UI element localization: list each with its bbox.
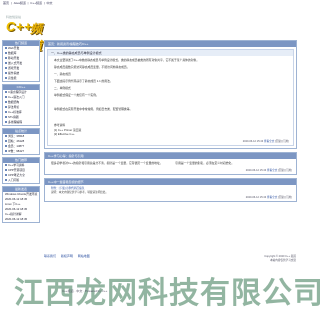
timestamp: 2020-06-12 18:45 bbox=[5, 217, 28, 221]
paragraph: 单例模式在实际开发中非常常用，例如日志类、配置管理类等。 bbox=[54, 107, 133, 111]
post-signature: 附件：[下载] 示例代码压缩包 说明：本文内容仅供学习参考，转载请注明出处。 bbox=[45, 185, 296, 194]
sidebar-section-stats: 站点统计 浏览：36518 回帖：46128 会员：13877 IP数：9842… bbox=[2, 128, 40, 155]
post-excerpt-left: 很多初学者对C++的指针和引用总是分不清，指针是一个变量，它存储另一个变量的地址… bbox=[51, 161, 163, 165]
bullet-icon bbox=[5, 150, 7, 153]
post-actions[interactable]: [回复] [引用] bbox=[275, 140, 289, 143]
post-box-1: 首页：新闻资讯/编程技巧/C++ 一、C++类的静态成员与单例设计模式 本文主要… bbox=[44, 40, 297, 149]
footer-links: 联系我们 版权声明 网站地图 bbox=[44, 254, 94, 258]
read-more-link[interactable]: 查看全文 bbox=[267, 196, 277, 199]
bullet-icon bbox=[5, 111, 7, 114]
site-header: 首页 | Java频道 | C++频道 | 中文 科技悦读站 C++ 频道 bbox=[0, 0, 300, 53]
bullet-icon bbox=[5, 52, 7, 55]
bottom-line: C++频道 · 中文 · Powered by C++ bbox=[62, 289, 108, 293]
post-meta: 2020-06-12 15:43 查看全文 [回复] [引用] bbox=[48, 138, 293, 145]
paragraph: 本文主要讲述了C++中类的静态成员与单例设计模式。类的静态成员被类的所有对象共享… bbox=[54, 58, 200, 62]
post-actions[interactable]: [回复] [引用] bbox=[278, 169, 292, 172]
sidebar-item[interactable]: 多线程编程 bbox=[3, 120, 39, 125]
bullet-icon bbox=[5, 174, 7, 177]
top-link-cpp[interactable]: C++频道 bbox=[30, 1, 42, 5]
logo-text: C++ bbox=[6, 19, 33, 34]
sidebar-section-cpp: C/C++ C语言程序设计 C++语法入门 数据结构 算法导论 C++标准库 S… bbox=[2, 84, 40, 126]
page: 首页 | Java频道 | C++频道 | 中文 科技悦读站 C++ 频道 热门… bbox=[0, 0, 320, 311]
bullet-icon bbox=[5, 62, 7, 65]
sidebar-item[interactable]: 入门问答 bbox=[3, 178, 39, 183]
post-meta: 2020-06-12 15:43 查看全文 [回复] [引用] bbox=[45, 194, 296, 201]
sidebar: 热门频道 Web开发 数据库 移动开发 嵌入式开发 游戏开发 操作系统 高性能 … bbox=[2, 40, 40, 225]
post-excerpt-right: 引用是一个变量的别名，必须在定义时初始化。 bbox=[175, 161, 235, 165]
paragraph: 静态成员函数只能访问静态成员变量，不能访问非静态成员。 bbox=[54, 65, 130, 69]
footer-link[interactable]: 版权声明 bbox=[61, 254, 73, 258]
sidebar-item[interactable]: 高性能 bbox=[3, 76, 39, 81]
post-box-3: C++中一些容易忽视的细节 附件：[下载] 示例代码压缩包 说明：本文内容仅供学… bbox=[44, 178, 297, 203]
bullet-icon bbox=[5, 140, 7, 143]
top-link-sep: | bbox=[43, 1, 45, 5]
bullet-icon bbox=[5, 96, 7, 99]
top-link-java[interactable]: Java频道 bbox=[13, 1, 25, 5]
bullet-icon bbox=[5, 145, 7, 148]
bullet-icon bbox=[5, 169, 7, 172]
bullet-icon bbox=[5, 47, 7, 50]
post-body: 很多初学者对C++的指针和引用总是分不清，指针是一个变量，它存储另一个变量的地址… bbox=[45, 159, 296, 167]
bullet-icon bbox=[5, 164, 7, 167]
sidebar-section-hot: 热门频道 Web开发 数据库 移动开发 嵌入式开发 游戏开发 操作系统 高性能 bbox=[2, 40, 40, 82]
bullet-icon bbox=[5, 116, 7, 119]
watermark-text: 江西龙网科技有限公司 bbox=[14, 276, 320, 311]
read-more-link[interactable]: 查看全文 bbox=[264, 140, 274, 143]
bullet-icon bbox=[5, 106, 7, 109]
post-body: 本文主要讲述了C++中类的静态成员与单例设计模式。类的静态成员被类的所有对象共享… bbox=[48, 56, 293, 138]
bullet-icon bbox=[5, 77, 7, 80]
post-time: 2020-06-12 15:43 bbox=[245, 196, 267, 200]
post-time: 2020-06-12 15:43 bbox=[245, 169, 267, 172]
bullet-icon bbox=[5, 57, 7, 60]
bullet-icon bbox=[5, 67, 7, 70]
stat-item: IP数：98427 bbox=[3, 149, 39, 154]
bullet-icon bbox=[5, 179, 7, 182]
post-box-2: C++学习心得：指针与引用 很多初学者对C++的指针和引用总是分不清，指针是一个… bbox=[44, 152, 297, 175]
paragraph: 二、单例模式 bbox=[54, 86, 71, 90]
top-link-sep: | bbox=[27, 1, 29, 5]
bullet-icon bbox=[5, 135, 7, 138]
post-1: 一、C++类的静态成员与单例设计模式 本文主要讲述了C++中类的静态成员与单例设… bbox=[47, 49, 294, 146]
paragraph: 一、静态成员 bbox=[54, 72, 71, 76]
bullet-icon bbox=[5, 101, 7, 104]
site-logo[interactable]: C++ 频道 bbox=[6, 19, 50, 53]
top-link-chinese[interactable]: 中文 bbox=[46, 1, 52, 5]
box-title: 首页：新闻资讯/编程技巧/C++ bbox=[45, 41, 296, 47]
watermark: 江西龙网科技有限公司 bbox=[0, 264, 320, 311]
bullet-icon bbox=[5, 91, 7, 94]
post-time: 2020-06-12 15:43 bbox=[242, 140, 264, 143]
refs-title: 参考资料 bbox=[54, 123, 66, 127]
sidebar-section-latest: 最新发表 Windows Ubuntu开发环境 2020-06-12 18:45… bbox=[2, 186, 40, 223]
footer-copyright: Copyright © 2020 C++ 频道 本站内容仅供学习交流 bbox=[264, 254, 296, 262]
main-content: 首页：新闻资讯/编程技巧/C++ 一、C++类的静态成员与单例设计模式 本文主要… bbox=[44, 40, 297, 205]
paragraph: 单例模式保证一个类仅有一个实例。 bbox=[54, 93, 99, 97]
ref-item[interactable]: [2] Effective C++ bbox=[54, 132, 287, 136]
top-links: 首页 | Java频道 | C++频道 | 中文 bbox=[3, 1, 53, 5]
read-more-link[interactable]: 查看全文 bbox=[267, 169, 277, 172]
paragraph: 下面这段示例代码演示了静态成员 1.1 的用法。 bbox=[54, 79, 113, 83]
post-meta: 2020-06-12 15:43 查看全文 [回复] [引用] bbox=[45, 167, 296, 174]
copyright-line: 本站内容仅供学习交流 bbox=[270, 259, 296, 262]
bullet-icon bbox=[5, 72, 7, 75]
sidebar-section-recommend: 热门推荐 C++学习资料 CPP开源项目 CPP笔记大全 入门问答 bbox=[2, 157, 40, 184]
top-link-sep: | bbox=[10, 1, 12, 5]
bullet-icon bbox=[5, 121, 7, 124]
top-link-home[interactable]: 首页 bbox=[3, 1, 9, 5]
post-actions[interactable]: [回复] [引用] bbox=[278, 196, 292, 199]
footer-link[interactable]: 联系我们 bbox=[44, 254, 56, 258]
footer-link[interactable]: 网站地图 bbox=[78, 254, 90, 258]
